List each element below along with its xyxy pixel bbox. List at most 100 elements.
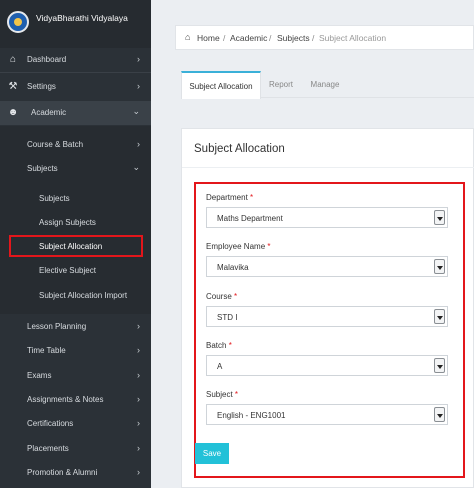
required-marker: * [250, 193, 254, 202]
tab-bar: Subject Allocation Report Manage [181, 71, 474, 99]
sidebar-item-label: Exams [27, 371, 52, 380]
main-content: ⌂ Home / Academic / Subjects / Subject A… [151, 0, 474, 488]
sidebar-item-academic[interactable]: ☻ Academic ⌄ [0, 101, 151, 125]
tab-label: Report [268, 80, 293, 89]
brand-name: VidyaBharathi Vidyalaya [36, 13, 128, 23]
course-select[interactable]: STD I [206, 306, 448, 327]
subject-allocation-panel: Subject Allocation Department * Maths De… [181, 128, 474, 488]
chevron-right-icon: › [137, 370, 140, 380]
sidebar-item-certifications[interactable]: Certifications › [0, 412, 151, 436]
required-marker: * [228, 341, 232, 350]
save-button[interactable]: Save [195, 443, 229, 464]
sidebar-item-label: Settings [27, 82, 56, 91]
sidebar-item-course-batch[interactable]: Course & Batch › [0, 133, 151, 157]
dropdown-arrow-icon [434, 358, 445, 373]
sidebar: VidyaBharathi Vidyalaya ⌂ Dashboard › ⚒ … [0, 0, 151, 488]
tab-label: Subject Allocation [189, 82, 253, 91]
required-marker: * [234, 292, 238, 301]
sidebar-item-label: Subjects [39, 194, 70, 203]
sidebar-item-label: Certifications [27, 419, 74, 428]
home-icon: ⌂ [185, 32, 191, 42]
sidebar-item-label: Assignments & Notes [27, 395, 104, 404]
batch-label: Batch * [206, 341, 232, 350]
required-marker: * [234, 390, 239, 399]
sidebar-item-subject-allocation-import[interactable]: Subject Allocation Import [0, 284, 151, 308]
sidebar-item-label: Promotion & Alumni [27, 468, 98, 477]
chevron-right-icon: › [137, 54, 140, 64]
sidebar-item-label: Placements [27, 444, 69, 453]
employee-name-label-text: Employee Name [206, 242, 266, 251]
tab-subject-allocation[interactable]: Subject Allocation [181, 71, 261, 99]
breadcrumb-academic[interactable]: Academic [230, 33, 267, 43]
users-icon: ☻ [7, 107, 19, 118]
divider [182, 167, 474, 168]
employee-name-select[interactable]: Malavika [206, 256, 448, 277]
chevron-right-icon: › [137, 81, 140, 91]
chevron-right-icon: › [137, 443, 140, 453]
chevron-right-icon: › [137, 139, 140, 149]
sidebar-item-label: Assign Subjects [39, 218, 96, 227]
employee-name-value: Malavika [217, 263, 249, 272]
course-label-text: Course [206, 292, 232, 301]
sidebar-item-assignments-notes[interactable]: Assignments & Notes › [0, 388, 151, 412]
sidebar-item-placements[interactable]: Placements › [0, 437, 151, 461]
sidebar-item-label: Time Table [27, 346, 66, 355]
subject-value: English - ENG1001 [217, 411, 286, 420]
brand-header: VidyaBharathi Vidyalaya [0, 0, 151, 48]
dropdown-arrow-icon [434, 407, 445, 422]
breadcrumb: ⌂ Home / Academic / Subjects / Subject A… [175, 25, 474, 50]
save-button-label: Save [202, 449, 222, 458]
breadcrumb-home[interactable]: Home [197, 33, 220, 43]
sidebar-item-time-table[interactable]: Time Table › [0, 339, 151, 363]
sidebar-item-lesson-planning[interactable]: Lesson Planning › [0, 315, 151, 339]
subject-label-text: Subject [206, 390, 233, 399]
sidebar-item-subjects-list[interactable]: Subjects [0, 187, 151, 211]
sidebar-item-label: Subject Allocation Import [39, 291, 128, 300]
dropdown-arrow-icon [434, 259, 445, 274]
breadcrumb-current: Subject Allocation [319, 33, 387, 43]
sidebar-item-promotion-alumni[interactable]: Promotion & Alumni › [0, 461, 151, 485]
sidebar-item-dashboard[interactable]: ⌂ Dashboard › [0, 48, 151, 72]
chevron-right-icon: › [137, 321, 140, 331]
sidebar-item-exams[interactable]: Exams › [0, 364, 151, 388]
allocation-form: Department * Maths Department Employee N… [194, 182, 465, 478]
breadcrumb-subjects[interactable]: Subjects [277, 33, 310, 43]
chevron-down-icon: ⌄ [132, 162, 140, 172]
chevron-right-icon: › [137, 467, 140, 477]
school-logo [7, 11, 29, 33]
course-value: STD I [217, 313, 238, 322]
dropdown-arrow-icon [434, 309, 445, 324]
sidebar-item-elective-subject[interactable]: Elective Subject [0, 259, 151, 283]
sidebar-item-label: Elective Subject [39, 266, 96, 275]
batch-select[interactable]: A [206, 355, 448, 376]
subject-select[interactable]: English - ENG1001 [206, 404, 448, 425]
required-marker: * [267, 242, 271, 251]
sidebar-item-label: Dashboard [27, 55, 67, 64]
department-value: Maths Department [217, 214, 283, 223]
chevron-right-icon: › [137, 418, 140, 428]
chevron-right-icon: › [137, 394, 140, 404]
divider [0, 72, 151, 73]
batch-label-text: Batch [206, 341, 227, 350]
wrench-icon: ⚒ [8, 81, 18, 92]
batch-value: A [217, 362, 223, 371]
chevron-down-icon: ⌄ [132, 106, 140, 116]
sidebar-item-assign-subjects[interactable]: Assign Subjects [0, 211, 151, 235]
sidebar-item-label: Lesson Planning [27, 322, 87, 331]
department-select[interactable]: Maths Department [206, 207, 448, 228]
department-label-text: Department [206, 193, 248, 202]
sidebar-item-label: Subjects [27, 164, 58, 173]
breadcrumb-separator: / [223, 33, 226, 43]
home-icon: ⌂ [9, 54, 17, 65]
tab-report[interactable]: Report [261, 71, 301, 98]
sidebar-item-label: Academic [31, 108, 67, 117]
tab-label: Manage [310, 80, 340, 89]
dropdown-arrow-icon [434, 210, 445, 225]
breadcrumb-separator: / [269, 33, 272, 43]
panel-title: Subject Allocation [194, 143, 285, 155]
highlight-annotation [9, 235, 143, 257]
tab-manage[interactable]: Manage [301, 71, 349, 98]
breadcrumb-separator: / [312, 33, 315, 43]
sidebar-item-settings[interactable]: ⚒ Settings › [0, 75, 151, 99]
sidebar-item-subjects[interactable]: Subjects ⌄ [0, 157, 151, 181]
